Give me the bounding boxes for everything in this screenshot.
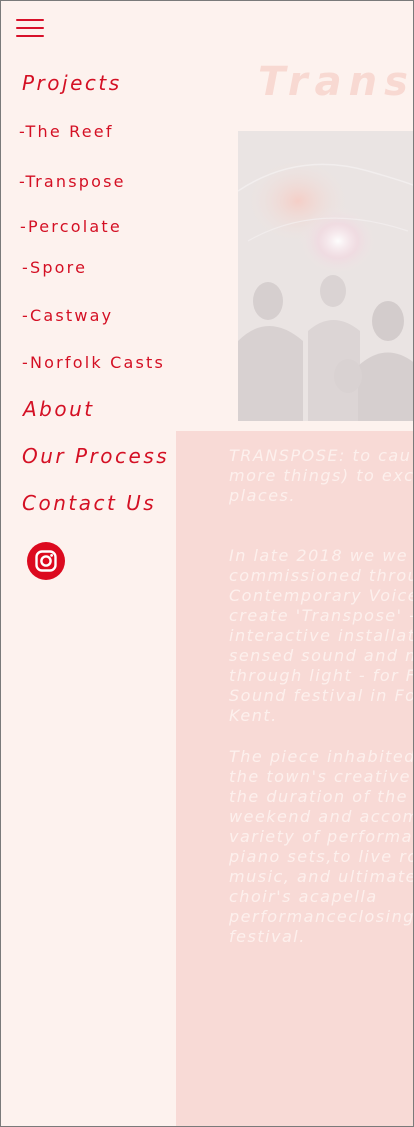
nav-project-the-reef[interactable]: -The Reef: [19, 122, 114, 141]
body-paragraph: In late 2018 we we commissioned throu Co…: [229, 546, 414, 725]
body-paragraph: The piece inhabited the town's creative …: [229, 747, 414, 946]
project-photo: [238, 131, 413, 421]
instagram-icon[interactable]: [27, 542, 65, 580]
intro-paragraph: TRANSPOSE: to cau more things) to exc pl…: [229, 446, 414, 505]
hamburger-menu-icon[interactable]: [16, 17, 44, 39]
nav-project-transpose[interactable]: -Transpose: [19, 172, 126, 191]
page-title: Transp: [258, 59, 414, 105]
nav-project-spore[interactable]: -Spore: [22, 258, 87, 277]
page-frame: Transp: [0, 0, 414, 1127]
photo-illustration: [238, 131, 413, 421]
nav-project-norfolk-casts[interactable]: -Norfolk Casts: [22, 353, 165, 372]
nav-projects[interactable]: Projects: [22, 71, 122, 95]
nav-contact-us[interactable]: Contact Us: [22, 491, 156, 515]
nav-project-percolate[interactable]: -Percolate: [20, 217, 122, 236]
nav-project-castway[interactable]: -Castway: [22, 306, 113, 325]
nav-about[interactable]: About: [23, 397, 95, 421]
nav-our-process[interactable]: Our Process: [22, 444, 169, 468]
